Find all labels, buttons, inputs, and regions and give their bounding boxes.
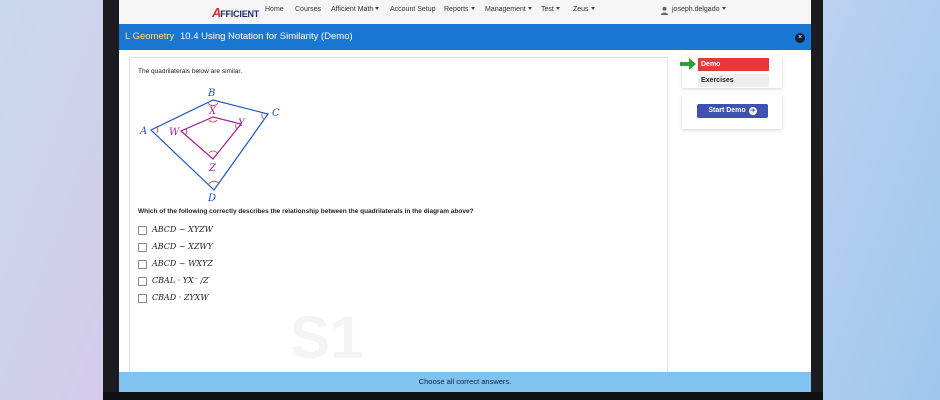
demo-tab[interactable]: Demo <box>698 58 769 71</box>
angle-mark-a <box>156 126 159 134</box>
answer-checkbox[interactable] <box>138 277 147 286</box>
vertex-label-w: W <box>169 127 180 138</box>
answer-label: CBAL · YX⁻ /Z <box>152 276 209 285</box>
answer-label: ABCD ∼ XZWY <box>152 242 213 251</box>
vertex-label-z: Z <box>208 163 217 174</box>
vertex-label-y: Y <box>238 118 246 129</box>
user-icon <box>660 6 669 15</box>
close-button[interactable]: × <box>795 33 805 43</box>
vertex-label-d: D <box>207 193 216 204</box>
arrow-right-icon <box>680 58 696 70</box>
question-text: Which of the following correctly describ… <box>138 208 474 215</box>
close-icon: × <box>797 34 803 41</box>
arrow-circle-icon: ➜ <box>748 107 757 115</box>
inner-quadrilateral <box>179 116 243 160</box>
nav-courses[interactable]: Courses <box>295 6 321 13</box>
angle-mark-y <box>235 123 238 130</box>
laptop-bezel-bottom <box>103 392 823 400</box>
angle-mark-x <box>208 119 218 123</box>
top-navbar: AFFICIENT Home Courses Afficient Math Ac… <box>119 0 811 25</box>
background-watermark: S1 <box>290 304 364 371</box>
angle-mark-w <box>185 128 188 135</box>
app-screen: AFFICIENT Home Courses Afficient Math Ac… <box>119 0 811 392</box>
start-card: Start Demo ➜ <box>682 94 782 129</box>
caret-down-icon <box>555 7 560 10</box>
problem-panel: S1 The quadrilaterals below are similar.… <box>129 57 668 379</box>
answer-label: ABCD ∼ WXYZ <box>152 259 213 268</box>
angle-mark-z <box>208 150 218 154</box>
angle-mark-d <box>208 180 220 185</box>
caret-down-icon <box>375 7 380 10</box>
lesson-title: 10.4 Using Notation for Similarity (Demo… <box>180 31 353 42</box>
nav-management[interactable]: Management <box>485 6 532 13</box>
answer-label: ABCD ∼ XYZW <box>152 225 213 234</box>
panel-divider <box>667 57 668 377</box>
start-demo-button[interactable]: Start Demo ➜ <box>697 104 768 118</box>
nav-account-setup[interactable]: Account Setup <box>390 6 436 13</box>
nav-test[interactable]: Test <box>541 6 560 13</box>
mode-selector-card: Demo Exercises <box>680 56 782 88</box>
vertex-label-x: X <box>208 106 217 117</box>
vertex-label-c: C <box>272 108 280 119</box>
nav-home[interactable]: Home <box>265 6 284 13</box>
caret-down-icon <box>590 7 595 10</box>
nav-zeus[interactable]: Zeus <box>573 6 595 13</box>
vertex-label-b: B <box>207 88 215 99</box>
answer-checkbox[interactable] <box>138 226 147 235</box>
nav-afficient-math[interactable]: Afficient Math <box>331 6 380 13</box>
caret-down-icon <box>721 7 726 10</box>
exercises-tab[interactable]: Exercises <box>698 74 769 87</box>
lesson-header: L Geometry 10.4 Using Notation for Simil… <box>119 24 811 50</box>
answer-checkbox[interactable] <box>138 294 147 303</box>
user-menu[interactable]: joseph.delgado <box>672 6 726 13</box>
similar-quadrilaterals-diagram: A B C D W X Y Z <box>139 88 280 204</box>
answer-label: CBAD · ZYXW <box>152 293 209 302</box>
instruction-text: Choose all correct answers. <box>418 377 512 386</box>
caret-down-icon <box>470 7 475 10</box>
nav-reports[interactable]: Reports <box>444 6 475 13</box>
afficient-logo[interactable]: AFFICIENT <box>212 5 259 20</box>
vertex-label-a: A <box>139 126 147 137</box>
answer-checkbox[interactable] <box>138 260 147 269</box>
course-title: L Geometry <box>125 31 175 42</box>
angle-mark-c <box>261 112 265 120</box>
answer-checkbox[interactable] <box>138 243 147 252</box>
problem-intro: The quadrilaterals below are similar. <box>138 68 243 75</box>
caret-down-icon <box>527 7 532 10</box>
instruction-bar: Choose all correct answers. <box>119 372 811 392</box>
